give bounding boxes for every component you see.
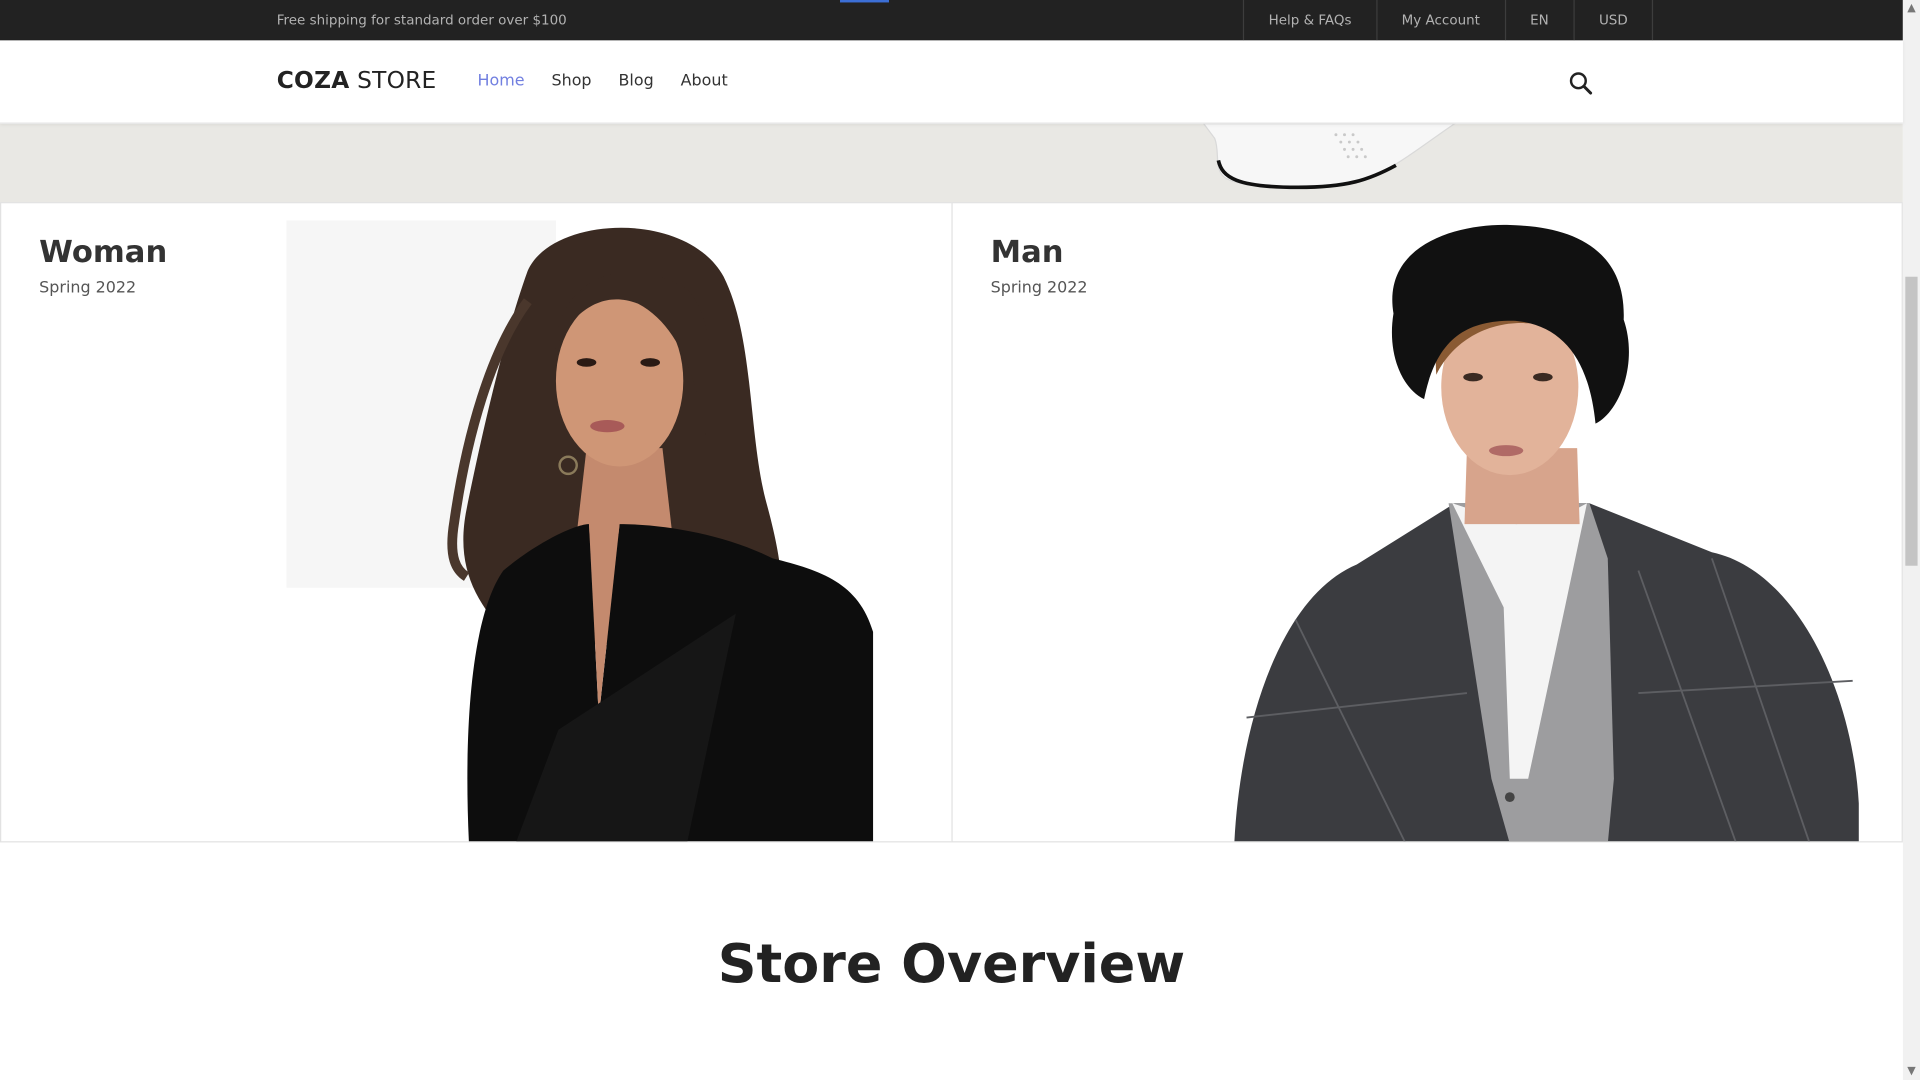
search-button[interactable] xyxy=(1567,70,1594,97)
main-nav: Home Shop Blog About xyxy=(478,72,728,90)
currency-link[interactable]: USD xyxy=(1573,0,1654,41)
nav-shop[interactable]: Shop xyxy=(552,72,592,90)
help-faqs-link[interactable]: Help & FAQs xyxy=(1242,0,1376,41)
banner-woman-subtitle: Spring 2022 xyxy=(39,279,137,298)
top-indicator xyxy=(840,0,889,3)
logo[interactable]: COZA STORE xyxy=(277,67,437,94)
page-scrollbar[interactable]: ▲ ▼ xyxy=(1902,0,1920,1080)
hero-slide xyxy=(0,123,1903,204)
scroll-down-icon[interactable]: ▼ xyxy=(1903,1063,1920,1080)
scroll-up-icon[interactable]: ▲ xyxy=(1903,0,1920,17)
banner-woman-title: Woman xyxy=(39,233,168,270)
nav-about[interactable]: About xyxy=(681,72,728,90)
shipping-notice: Free shipping for standard order over $1… xyxy=(276,12,567,29)
sneaker-image xyxy=(1202,123,1456,190)
nav-blog[interactable]: Blog xyxy=(618,72,653,90)
banner-man-title: Man xyxy=(990,233,1064,270)
man-photo xyxy=(1234,224,1859,842)
main-header: COZA STORE Home Shop Blog About xyxy=(0,40,1903,124)
store-overview-title: Store Overview xyxy=(717,933,1186,996)
page: Free shipping for standard order over $1… xyxy=(0,0,1920,1080)
banner-man[interactable]: Man Spring 2022 xyxy=(951,202,1903,843)
logo-light: STORE xyxy=(349,67,437,95)
language-link[interactable]: EN xyxy=(1504,0,1573,41)
top-bar: Free shipping for standard order over $1… xyxy=(0,0,1903,41)
banner-man-subtitle: Spring 2022 xyxy=(990,279,1088,298)
my-account-link[interactable]: My Account xyxy=(1375,0,1504,41)
nav-home[interactable]: Home xyxy=(478,72,525,90)
top-bar-links: Help & FAQs My Account EN USD xyxy=(1242,0,1654,41)
search-icon xyxy=(1569,72,1593,95)
banner-woman[interactable]: Woman Spring 2022 xyxy=(0,202,953,843)
woman-photo xyxy=(286,220,874,842)
logo-bold: COZA xyxy=(276,67,350,95)
scrollbar-thumb[interactable] xyxy=(1905,276,1918,566)
